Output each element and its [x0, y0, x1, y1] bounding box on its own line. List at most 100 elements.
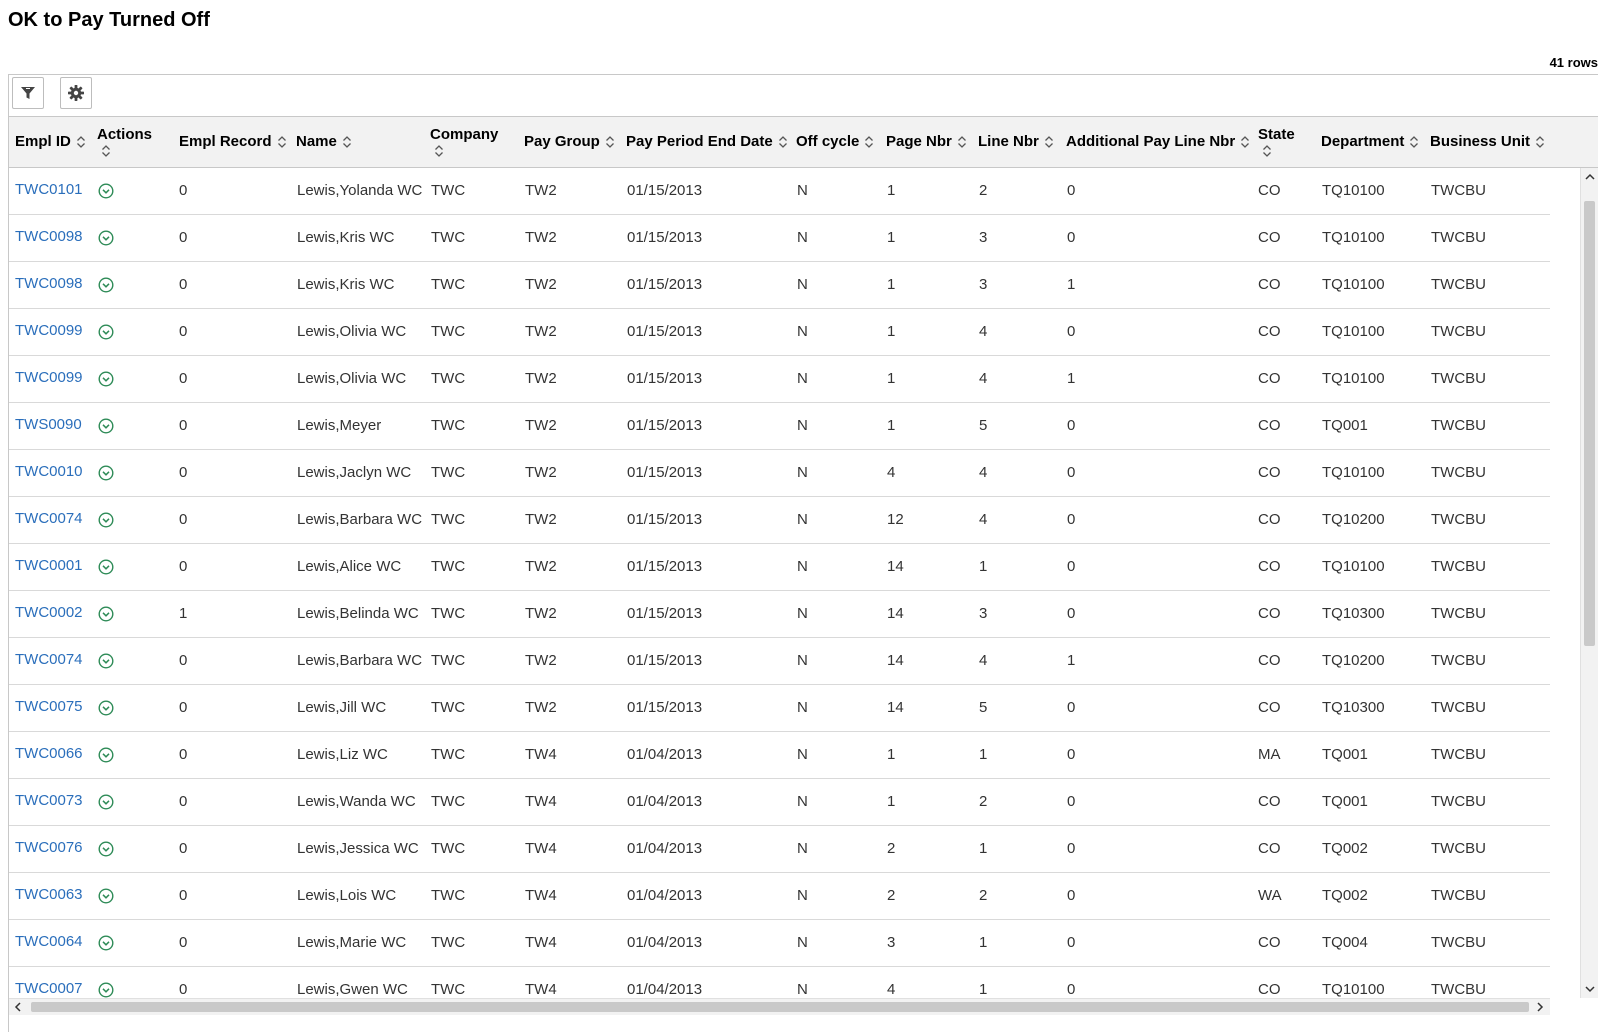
empl-id-link[interactable]: TWC0075	[15, 698, 83, 715]
empl-id-link[interactable]: TWC0066	[15, 745, 83, 762]
sort-icon[interactable]	[434, 144, 444, 158]
cell-page-nbr: 14	[887, 652, 904, 669]
empl-id-link[interactable]: TWC0007	[15, 980, 83, 997]
column-header-company[interactable]: Company	[430, 117, 498, 167]
empl-id-link[interactable]: TWC0098	[15, 275, 83, 292]
scroll-left-icon[interactable]	[12, 1001, 24, 1013]
actions-menu-icon[interactable]	[98, 371, 114, 387]
vertical-scrollbar[interactable]	[1580, 168, 1598, 998]
cell-business-unit: TWCBU	[1431, 558, 1486, 575]
column-header-pay-group[interactable]: Pay Group	[524, 117, 615, 167]
filter-button[interactable]	[12, 77, 44, 109]
actions-menu-icon[interactable]	[98, 841, 114, 857]
empl-id-link[interactable]: TWC0099	[15, 369, 83, 386]
actions-menu-icon[interactable]	[98, 324, 114, 340]
actions-menu-icon[interactable]	[98, 935, 114, 951]
cell-pay-group: TW2	[525, 511, 557, 528]
column-header-actions[interactable]: Actions	[97, 117, 152, 167]
vertical-scroll-thumb[interactable]	[1584, 201, 1595, 646]
empl-id-link[interactable]: TWC0001	[15, 557, 83, 574]
empl-id-link[interactable]: TWC0099	[15, 322, 83, 339]
scroll-down-icon[interactable]	[1584, 983, 1596, 995]
actions-menu-icon[interactable]	[98, 418, 114, 434]
column-header-label: Line Nbr	[978, 133, 1039, 150]
column-header-state[interactable]: State	[1258, 117, 1295, 167]
actions-menu-icon[interactable]	[98, 982, 114, 998]
empl-id-link[interactable]: TWC0002	[15, 604, 83, 621]
actions-menu-icon[interactable]	[98, 230, 114, 246]
empl-id-link[interactable]: TWS0090	[15, 416, 82, 433]
actions-menu-icon[interactable]	[98, 277, 114, 293]
column-header-line-nbr[interactable]: Line Nbr	[978, 117, 1054, 167]
cell-pay-group: TW2	[525, 229, 557, 246]
actions-menu-icon[interactable]	[98, 700, 114, 716]
cell-empl-id: TWC0063	[15, 873, 83, 916]
empl-id-link[interactable]: TWC0101	[15, 181, 83, 198]
cell-name: Lewis,Gwen WC	[297, 981, 408, 998]
sort-icon[interactable]	[1262, 144, 1272, 158]
empl-id-link[interactable]: TWC0063	[15, 886, 83, 903]
column-header-add-pay-line-nbr[interactable]: Additional Pay Line Nbr	[1066, 117, 1250, 167]
empl-id-link[interactable]: TWC0073	[15, 792, 83, 809]
column-header-department[interactable]: Department	[1321, 117, 1419, 167]
sort-icon[interactable]	[76, 135, 86, 149]
cell-business-unit: TWCBU	[1431, 887, 1486, 904]
column-header-name[interactable]: Name	[296, 117, 352, 167]
table-row: TWC0101 0 Lewis,Yolanda WC TWC TW2 01/15/2013…	[9, 168, 1550, 215]
settings-button[interactable]	[60, 77, 92, 109]
empl-id-link[interactable]: TWC0064	[15, 933, 83, 950]
actions-menu-icon[interactable]	[98, 606, 114, 622]
scroll-up-icon[interactable]	[1584, 171, 1596, 183]
cell-page-nbr: 12	[887, 511, 904, 528]
column-header-page-nbr[interactable]: Page Nbr	[886, 117, 967, 167]
actions-menu-icon[interactable]	[98, 888, 114, 904]
cell-line-nbr: 4	[979, 511, 988, 528]
actions-menu-icon[interactable]	[98, 559, 114, 575]
cell-line-nbr: 4	[979, 370, 988, 387]
sort-icon[interactable]	[864, 135, 874, 149]
sort-icon[interactable]	[605, 135, 615, 149]
actions-menu-icon[interactable]	[98, 653, 114, 669]
row-count: 41 rows	[1549, 55, 1598, 70]
actions-menu-icon[interactable]	[98, 183, 114, 199]
horizontal-scroll-thumb[interactable]	[31, 1002, 1529, 1012]
sort-icon[interactable]	[778, 135, 788, 149]
sort-icon[interactable]	[1535, 135, 1545, 149]
column-header-off-cycle[interactable]: Off cycle	[796, 117, 874, 167]
cell-line-nbr: 1	[979, 840, 988, 857]
actions-menu-icon[interactable]	[98, 747, 114, 763]
empl-id-link[interactable]: TWC0098	[15, 228, 83, 245]
sort-icon[interactable]	[1409, 135, 1419, 149]
empl-id-link[interactable]: TWC0010	[15, 463, 83, 480]
cell-pay-group: TW2	[525, 323, 557, 340]
empl-id-link[interactable]: TWC0074	[15, 510, 83, 527]
cell-department: TQ10100	[1322, 276, 1385, 293]
cell-pay-group: TW2	[525, 652, 557, 669]
sort-icon[interactable]	[1044, 135, 1054, 149]
empl-id-link[interactable]: TWC0076	[15, 839, 83, 856]
cell-off-cycle: N	[797, 511, 808, 528]
cell-pay-group: TW2	[525, 370, 557, 387]
actions-menu-icon[interactable]	[98, 512, 114, 528]
sort-icon[interactable]	[277, 135, 287, 149]
column-header-pay-period-end-date[interactable]: Pay Period End Date	[626, 117, 788, 167]
actions-menu-icon[interactable]	[98, 794, 114, 810]
sort-icon[interactable]	[1240, 135, 1250, 149]
sort-icon[interactable]	[957, 135, 967, 149]
sort-icon[interactable]	[342, 135, 352, 149]
cell-additional-pay-line-nbr: 0	[1067, 511, 1076, 528]
cell-pay-group: TW2	[525, 417, 557, 434]
actions-menu-icon[interactable]	[98, 465, 114, 481]
horizontal-scrollbar[interactable]	[9, 998, 1550, 1015]
cell-empl-id: TWC0099	[15, 356, 83, 399]
cell-company: TWC	[431, 558, 466, 575]
sort-icon[interactable]	[101, 144, 111, 158]
scroll-right-icon[interactable]	[1534, 1001, 1546, 1013]
column-header-empl-id[interactable]: Empl ID	[15, 117, 86, 167]
table-row: TWC0074 0 Lewis,Barbara WC TWC TW2 01/15/2013…	[9, 638, 1550, 685]
column-header-business-unit[interactable]: Business Unit	[1430, 117, 1545, 167]
cell-business-unit: TWCBU	[1431, 323, 1486, 340]
column-header-empl-record[interactable]: Empl Record	[179, 117, 287, 167]
cell-line-nbr: 1	[979, 558, 988, 575]
empl-id-link[interactable]: TWC0074	[15, 651, 83, 668]
